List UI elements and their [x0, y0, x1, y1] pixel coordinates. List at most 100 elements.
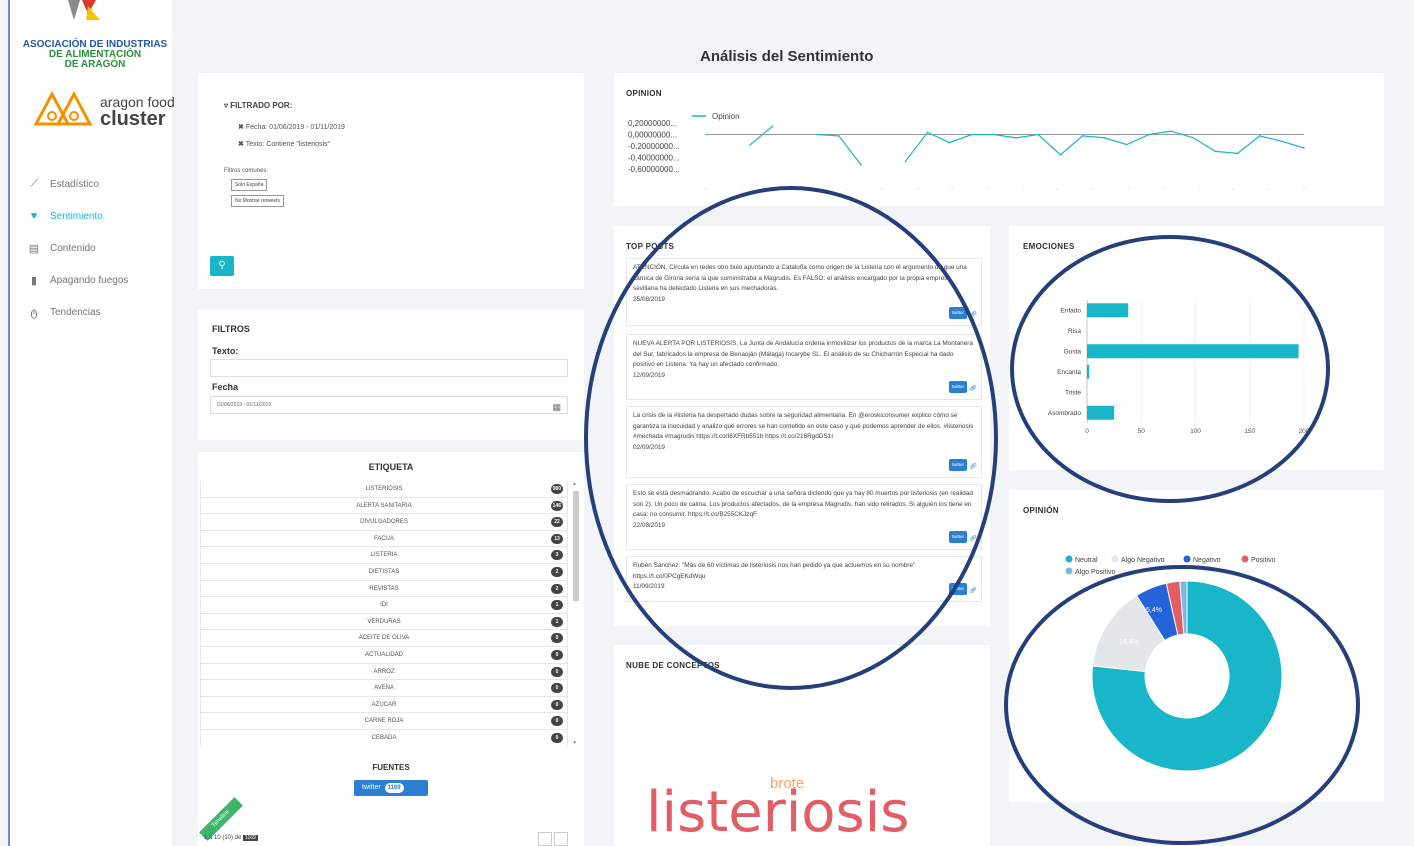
etiqueta-row[interactable]: CARNE ROJA 0 — [200, 713, 568, 730]
etiqueta-row[interactable]: ALERTA SANITARIA 146 — [200, 497, 568, 515]
etiqueta-count-badge: 0 — [551, 649, 563, 660]
top-post[interactable]: La crisis de la #listeria ha despertado … — [626, 406, 982, 478]
etiqueta-row[interactable]: FACUA 13 — [200, 530, 568, 548]
twitter-tag[interactable]: twitter — [948, 306, 967, 319]
etiqueta-row[interactable]: DIETISTAS 2 — [200, 563, 568, 581]
twitter-tag[interactable]: twitter — [948, 582, 967, 595]
etiqueta-count-badge: 0 — [551, 633, 563, 644]
y-tick-label: 0,00000000... — [628, 131, 677, 140]
x-tick-label: ... — [949, 184, 956, 191]
no-retweets-chip[interactable]: No Mostrar retweets — [231, 195, 285, 207]
pager-prev-button[interactable] — [538, 832, 552, 846]
twitter-tag[interactable]: twitter — [948, 380, 967, 393]
twitter-tag[interactable]: twitter — [948, 530, 967, 543]
sidebar-item-apagando-fuegos[interactable]: ▮ Apagando fuegos — [24, 264, 174, 296]
etiqueta-row[interactable]: ACTUALIDAD 0 — [200, 646, 568, 664]
legend-dot — [1065, 567, 1073, 575]
fuentes-title: FUENTES — [372, 763, 410, 772]
etiqueta-row[interactable]: REVISTAS 2 — [200, 580, 568, 598]
top-posts-card: TOP POSTS ATENCIÓN. Circula en redes otr… — [614, 226, 990, 626]
etiqueta-row[interactable]: AZUCAR 0 — [200, 696, 568, 714]
sidebar-item-tendencias[interactable]: ტ Tendencias — [24, 296, 174, 328]
etiqueta-count-badge: 980 — [550, 484, 563, 494]
x-tick-label: 100 — [1190, 428, 1201, 435]
sidebar-item-estadistico[interactable]: ⟋ Estadístico — [24, 168, 174, 200]
solo-espana-chip[interactable]: Solo España — [231, 179, 268, 191]
etiqueta-label: DIVULGADORES — [360, 519, 408, 526]
link-icon[interactable]: 🔗︎ — [969, 384, 977, 395]
top-post[interactable]: ATENCIÓN. Circula en redes otro bulo apu… — [626, 258, 982, 326]
etiqueta-count-badge: 1 — [551, 600, 563, 611]
etiqueta-label: AZUCAR — [371, 701, 397, 708]
opinion-line-card: OPINION Opinion 0,20000000... 0,00000000..… — [614, 73, 1384, 206]
x-tick-label: ... — [1195, 184, 1202, 191]
link-icon[interactable]: 🔗︎ — [969, 534, 977, 545]
legend-label: Algo Negativo — [1121, 557, 1165, 564]
etiqueta-row[interactable]: LISTERIOSIS 980 — [200, 481, 568, 498]
post-date: 12/09/2019 — [633, 371, 665, 379]
etiqueta-label: DIETISTAS — [368, 568, 400, 575]
filter-heading: ▿ FILTRADO POR: — [224, 101, 293, 110]
etiqueta-row[interactable]: VERDURAS 1 — [200, 613, 568, 631]
emotion-bar — [1087, 303, 1129, 318]
etiqueta-scrollbar[interactable]: ▲ ▼ — [571, 481, 581, 746]
filter-text[interactable]: ✖ Texto: Contiene "listeriosis" — [238, 140, 330, 148]
twitter-tag[interactable]: twitter — [948, 458, 967, 471]
etiqueta-row[interactable]: ACEITE DE OLIVA 0 — [200, 630, 568, 647]
link-icon[interactable]: 🔗︎ — [969, 462, 977, 473]
etiqueta-row[interactable]: AVENA 0 — [200, 680, 568, 697]
x-tick-label: ... — [1124, 184, 1131, 191]
filtros-card: FILTROS Texto: Fecha 01/06/2019 - 01/11/… — [198, 310, 584, 440]
emociones-bar-chart: 0 50 100 150 200 Enfado Risa Gusta Encanta Triste… — [1048, 300, 1310, 435]
sidebar-item-contenido[interactable]: ▤ Contenido — [24, 232, 174, 264]
etiqueta-title: ETIQUETA — [368, 462, 414, 472]
filtros-title: FILTROS — [212, 324, 250, 334]
wordcloud-word-listeriosis[interactable]: listeriosis — [646, 780, 909, 845]
link-icon[interactable]: 🔗︎ — [969, 310, 977, 321]
etiqueta-label: AVENA — [374, 685, 394, 692]
texto-input[interactable] — [210, 359, 568, 377]
scroll-down-icon[interactable]: ▼ — [572, 740, 577, 746]
legend-dot — [1111, 555, 1119, 563]
etiqueta-count-badge: 2 — [551, 583, 563, 594]
x-tick-label: 150 — [1244, 428, 1255, 435]
etiqueta-count-badge: 2 — [551, 566, 563, 577]
etiqueta-label: CEBADA — [371, 734, 397, 741]
category-label: Risa — [1068, 328, 1081, 335]
top-post[interactable]: Rubén Sánchez: "Más de 60 víctimas de li… — [626, 556, 982, 602]
top-post[interactable]: Esto se está desmadrando. Acabo de escuc… — [626, 484, 982, 550]
etiqueta-list: LISTERIOSIS 980 ALERTA SANITARIA 146 DIVULGA… — [200, 481, 568, 746]
etiqueta-count-badge: 146 — [550, 500, 563, 511]
opinion-series-line — [749, 125, 773, 146]
x-tick-label: 50 — [1138, 428, 1146, 435]
association-name: ASOCIACIÓN DE INDUSTRIAS DE ALIMENTACIÓN… — [22, 39, 168, 70]
etiqueta-row[interactable]: CEBADA 0 — [200, 729, 568, 746]
top-post[interactable]: NUEVA ALERTA POR LISTERIOSIS. La Junta d… — [626, 334, 982, 400]
etiqueta-row[interactable]: IDI 1 — [200, 597, 568, 614]
link-icon[interactable]: 🔗︎ — [969, 586, 977, 597]
scroll-up-icon[interactable]: ▲ — [572, 481, 577, 487]
scroll-thumb[interactable] — [573, 491, 579, 601]
pager-next-button[interactable] — [554, 832, 568, 846]
sidebar-item-sentimiento[interactable]: ♥ Sentimiento — [24, 200, 174, 232]
etiqueta-row[interactable]: ARROZ 0 — [200, 663, 568, 681]
x-tick-label: 0 — [1085, 428, 1089, 435]
fecha-input[interactable]: 01/06/2019 - 01/11/2019 ▦ — [210, 396, 568, 414]
category-label: Enfado — [1060, 307, 1081, 314]
etiqueta-row[interactable]: LISTERIA 3 — [200, 547, 568, 564]
twitter-source-button[interactable]: twitter 1169 — [354, 780, 428, 796]
etiqueta-label: LISTERIOSIS — [365, 486, 403, 492]
fecha-label: Fecha — [212, 382, 239, 392]
timeline-paging: 1 a 10 (10) de 1169 — [204, 835, 258, 841]
search-button[interactable]: ⚲ — [210, 256, 234, 276]
category-label: Asombrado — [1048, 410, 1082, 417]
etiqueta-count-badge: 0 — [551, 716, 563, 727]
etiqueta-count-badge: 22 — [551, 517, 563, 528]
x-tick-label: ... — [878, 184, 885, 191]
calendar-icon[interactable]: ▦ — [552, 399, 561, 415]
emotion-bar — [1087, 405, 1115, 420]
x-tick-label: ... — [1089, 184, 1096, 191]
post-text: Rubén Sánchez: "Más de 60 víctimas de li… — [633, 562, 916, 580]
filter-date[interactable]: ✖ Fecha: 01/06/2019 - 01/11/2019 — [238, 123, 345, 131]
etiqueta-row[interactable]: DIVULGADORES 22 — [200, 514, 568, 531]
